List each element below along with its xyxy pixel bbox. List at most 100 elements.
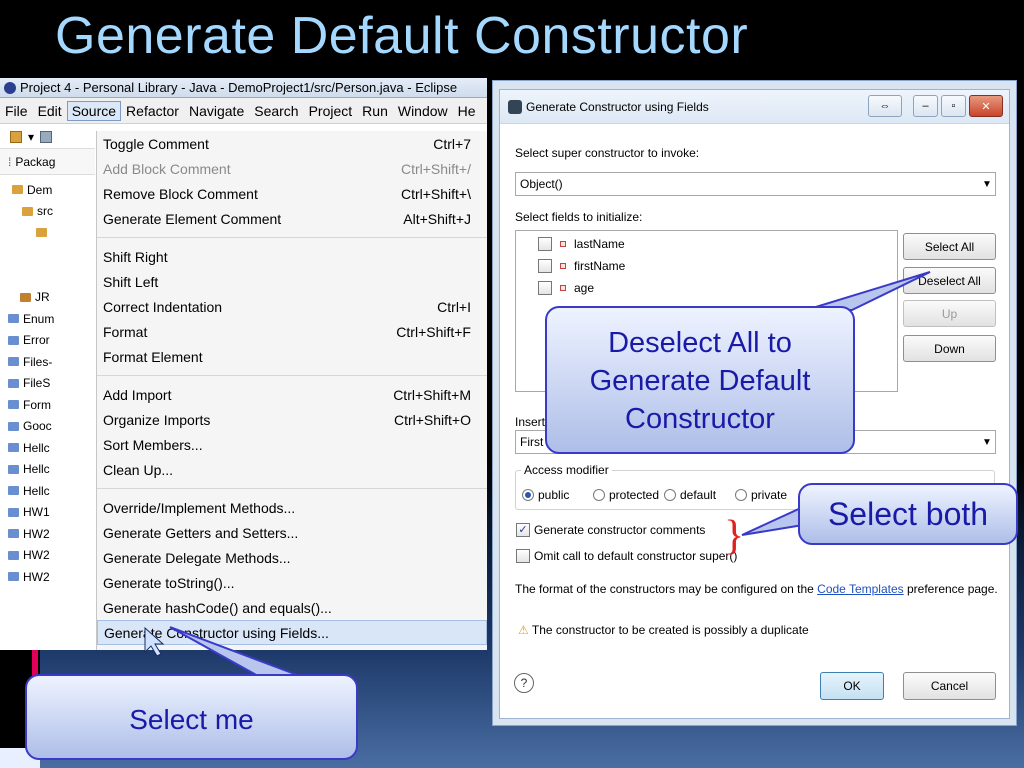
tree-item[interactable]: Dem <box>0 179 95 201</box>
menu-item[interactable]: Correct Indentation Ctrl+I <box>97 294 487 319</box>
menu-window[interactable]: Window <box>393 103 453 119</box>
menu-item[interactable]: Generate Constructors from Superclass... <box>97 645 487 651</box>
tree-item[interactable]: Gooc <box>0 416 95 438</box>
menu-item[interactable]: Generate Delegate Methods... <box>97 545 487 570</box>
menu-refactor[interactable]: Refactor <box>121 103 184 119</box>
menu-item[interactable]: Generate Getters and Setters... <box>97 520 487 545</box>
new-icon[interactable] <box>10 130 22 143</box>
tree-item[interactable] <box>0 265 95 287</box>
menu-item[interactable]: Generate toString()... <box>97 570 487 595</box>
menu-item[interactable]: Remove Block Comment Ctrl+Shift+\ <box>97 181 487 206</box>
omit-super-checkbox[interactable] <box>516 549 530 563</box>
menu-source[interactable]: Source <box>66 100 122 121</box>
field-lastName[interactable]: lastName <box>538 237 625 251</box>
menu-item[interactable]: Shift Right <box>97 244 487 269</box>
dropdown-arrow-icon[interactable]: ▾ <box>28 130 34 144</box>
tree-item[interactable]: Enum <box>0 308 95 330</box>
radio-button[interactable] <box>735 489 747 501</box>
menu-edit[interactable]: Edit <box>33 103 67 119</box>
help-icon[interactable]: ? <box>514 673 534 693</box>
tree-item[interactable]: Error <box>0 330 95 352</box>
menu-item[interactable]: Organize Imports Ctrl+Shift+O <box>97 407 487 432</box>
radio-protected[interactable]: protected <box>593 488 659 502</box>
menu-separator <box>97 231 487 238</box>
menu-item[interactable]: Generate Element Comment Alt+Shift+J <box>97 206 487 231</box>
menu-item[interactable]: Generate Constructor using Fields... <box>97 620 487 645</box>
menu-item[interactable]: Override/Implement Methods... <box>97 495 487 520</box>
menu-item-label: Shift Right <box>103 248 168 265</box>
field-firstName[interactable]: firstName <box>538 259 625 273</box>
tree-item[interactable]: Hellc <box>0 437 95 459</box>
folder-icon <box>8 335 19 345</box>
library-icon <box>20 292 31 302</box>
menu-item[interactable]: Clean Up... <box>97 457 487 482</box>
menu-item[interactable]: Add Block Comment Ctrl+Shift+/ <box>97 156 487 181</box>
select-me-callout: Select me <box>25 674 358 760</box>
source-folder-icon <box>22 206 33 216</box>
chevron-down-icon: ▼ <box>982 436 992 448</box>
radio-button[interactable] <box>664 489 676 501</box>
omit-super-option[interactable]: Omit call to default constructor super() <box>516 549 737 563</box>
menu-item-label: Correct Indentation <box>103 298 223 315</box>
slide-title: Generate Default Constructor <box>55 7 749 65</box>
restore-button[interactable]: ⇔ <box>868 95 902 117</box>
minimize-button[interactable]: – <box>913 95 938 117</box>
generate-comments-checkbox[interactable]: ✓ <box>516 523 530 537</box>
tree-item[interactable]: HW1 <box>0 502 95 524</box>
brace-icon: } <box>724 513 745 559</box>
tree-item[interactable]: HW2 <box>0 523 95 545</box>
menu-item[interactable]: Generate hashCode() and equals()... <box>97 595 487 620</box>
up-button[interactable]: Up <box>903 300 996 327</box>
field-checkbox[interactable] <box>538 259 552 273</box>
tree-item[interactable] <box>0 244 95 266</box>
menu-run[interactable]: Run <box>357 103 393 119</box>
radio-public[interactable]: public <box>522 488 569 502</box>
cancel-button[interactable]: Cancel <box>903 672 996 700</box>
package-explorer-tab[interactable]: ⁞ Packag <box>0 149 95 175</box>
maximize-button[interactable]: ▫ <box>941 95 966 117</box>
tree-item[interactable]: src <box>0 201 95 223</box>
menu-project[interactable]: Project <box>304 103 358 119</box>
super-constructor-select[interactable]: Object() ▼ <box>515 172 996 196</box>
menu-item[interactable]: Toggle Comment Ctrl+7 <box>97 131 487 156</box>
menu-item[interactable]: Format Ctrl+Shift+F <box>97 319 487 344</box>
save-icon[interactable] <box>40 130 53 143</box>
generate-comments-option[interactable]: ✓ Generate constructor comments <box>516 523 705 537</box>
menu-help[interactable]: He <box>453 103 481 119</box>
tree-item-label: Hellc <box>23 462 50 477</box>
tree-item[interactable]: FileS <box>0 373 95 395</box>
tree-item[interactable]: Form <box>0 394 95 416</box>
menu-navigate[interactable]: Navigate <box>184 103 249 119</box>
folder-icon <box>8 443 19 453</box>
tree-item[interactable]: HW2 <box>0 545 95 567</box>
menu-item[interactable]: Format Element <box>97 344 487 369</box>
select-all-button[interactable]: Select All <box>903 233 996 260</box>
code-templates-link[interactable]: Code Templates <box>817 582 904 596</box>
tree-item[interactable]: Hellc <box>0 459 95 481</box>
radio-button[interactable] <box>522 489 534 501</box>
tree-item-label: Enum <box>23 311 55 326</box>
field-checkbox[interactable] <box>538 281 552 295</box>
down-button[interactable]: Down <box>903 335 996 362</box>
tree-item[interactable] <box>0 222 95 244</box>
tree-item[interactable]: HW2 <box>0 566 95 588</box>
ok-button[interactable]: OK <box>820 672 884 700</box>
menu-item[interactable]: Sort Members... <box>97 432 487 457</box>
menu-search[interactable]: Search <box>249 103 303 119</box>
tree-item[interactable]: JR <box>0 287 95 309</box>
radio-default[interactable]: default <box>664 488 716 502</box>
radio-private[interactable]: private <box>735 488 787 502</box>
field-name: lastName <box>574 237 625 251</box>
menu-item[interactable]: Shift Left <box>97 269 487 294</box>
menu-file[interactable]: File <box>0 103 33 119</box>
deselect-all-button[interactable]: Deselect All <box>903 267 996 294</box>
folder-icon <box>8 378 19 388</box>
field-checkbox[interactable] <box>538 237 552 251</box>
close-button[interactable]: ✕ <box>969 95 1003 117</box>
tree-item[interactable]: Hellc <box>0 480 95 502</box>
tree-item[interactable]: Files- <box>0 351 95 373</box>
menu-item[interactable]: Add Import Ctrl+Shift+M <box>97 382 487 407</box>
radio-button[interactable] <box>593 489 605 501</box>
field-age[interactable]: age <box>538 281 594 295</box>
menu-item-label: Shift Left <box>103 273 159 290</box>
